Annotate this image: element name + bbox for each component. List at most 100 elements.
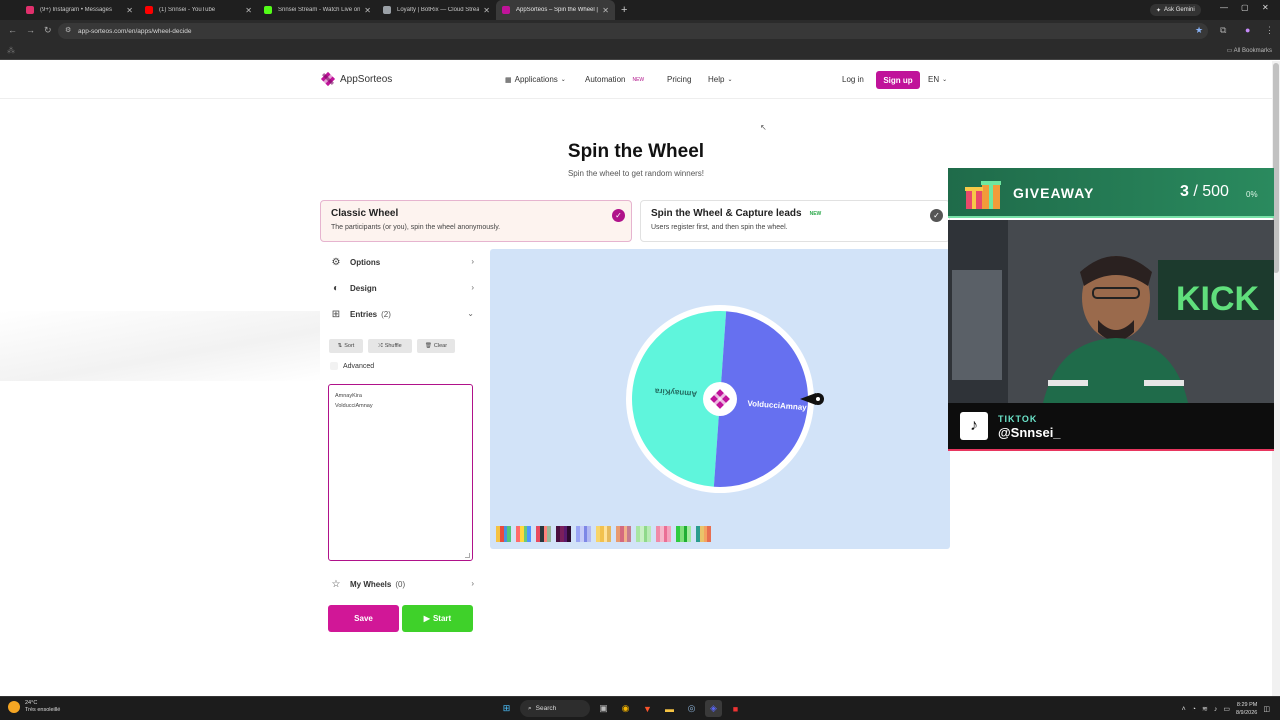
palette-swatch[interactable] [556, 526, 571, 542]
clear-button[interactable]: 🗑 Clear [417, 339, 455, 353]
tab-favicon-icon [383, 6, 391, 14]
task-view-icon[interactable]: ▣ [595, 700, 612, 717]
mode-card-capture-leads[interactable]: Spin the Wheel & Capture leads NEW Users … [640, 200, 950, 242]
chevron-up-icon[interactable]: ˄ [1182, 706, 1186, 713]
discord-icon[interactable]: ◈ [705, 700, 722, 717]
palette-swatch[interactable] [596, 526, 611, 542]
palette-swatch[interactable] [676, 526, 691, 542]
network-icon[interactable]: ◔ [1192, 706, 1196, 713]
my-wheels-section-toggle[interactable]: ☆ My Wheels (0) › [322, 571, 480, 597]
mode-card-classic[interactable]: Classic Wheel The participants (or you),… [320, 200, 632, 242]
close-window-button[interactable]: ✕ [1262, 3, 1269, 12]
reload-icon[interactable]: ↻ [44, 25, 52, 36]
login-link[interactable]: Log in [842, 75, 864, 84]
nav-applications[interactable]: ▦ Applications ⌄ [505, 75, 566, 84]
start-button[interactable]: ▶ Start [402, 605, 473, 632]
language-selector[interactable]: EN ⌄ [928, 75, 947, 84]
bookmarks-bar: ⁂ ▭ All Bookmarks [0, 42, 1280, 60]
profile-avatar[interactable]: ● [1245, 25, 1250, 35]
windows-start-icon[interactable]: ⊞ [498, 700, 515, 717]
advanced-toggle[interactable]: Advanced [330, 362, 374, 370]
wheel-canvas[interactable]: AmnayKira VolducciAmnay [490, 249, 950, 549]
extensions-icon[interactable]: ⧉ [1220, 25, 1226, 36]
brand-logo[interactable]: AppSorteos [320, 71, 392, 87]
gift-box-icon [965, 181, 1001, 209]
tab-close-icon[interactable]: ✕ [602, 6, 609, 15]
battery-icon[interactable]: ▭ [1223, 705, 1230, 713]
file-explorer-icon[interactable]: ▬ [661, 700, 678, 717]
tab-close-icon[interactable]: ✕ [126, 6, 133, 15]
notifications-icon[interactable]: ◫ [1263, 705, 1270, 713]
apps-grid-icon[interactable]: ⁂ [7, 46, 15, 55]
spin-wheel[interactable]: AmnayKiraVolducciAmnay [490, 249, 950, 549]
my-wheels-count: (0) [395, 579, 406, 589]
trash-icon: 🗑 [424, 343, 432, 349]
back-icon[interactable]: ← [8, 25, 17, 35]
save-button[interactable]: Save [328, 605, 399, 632]
tiktok-live-studio-icon[interactable]: ■ [727, 700, 744, 717]
bookmark-star-icon[interactable]: ★ [1195, 25, 1203, 36]
palette-swatch[interactable] [696, 526, 711, 542]
url-input[interactable]: ⚙ app-sorteos.com/en/apps/wheel-decide [58, 23, 1208, 39]
weather-widget[interactable]: 24°C Très ensoleillé [8, 700, 60, 714]
platform-label: TIKTOK [998, 414, 1038, 424]
options-section-toggle[interactable]: ⚙ Options › [322, 249, 480, 275]
browser-menu-icon[interactable]: ⋮ [1265, 25, 1274, 36]
mode-description: Users register first, and then spin the … [651, 224, 788, 231]
all-bookmarks-link[interactable]: ▭ All Bookmarks [1227, 47, 1272, 54]
resize-handle-icon[interactable] [465, 553, 470, 558]
palette-swatch[interactable] [516, 526, 531, 542]
palette-swatch[interactable] [636, 526, 651, 542]
maximize-button[interactable]: ▢ [1241, 3, 1249, 12]
chevron-down-icon: ⌄ [942, 77, 948, 83]
folder-icon: ▭ [1226, 48, 1233, 54]
background-decoration [0, 311, 320, 381]
gemini-icon: ✦ [1156, 7, 1162, 14]
mouse-cursor-icon: ↖ [760, 123, 767, 132]
gift-icon: ⊞ [331, 308, 341, 320]
tab-close-icon[interactable]: ✕ [245, 6, 252, 15]
advanced-checkbox[interactable] [330, 362, 338, 370]
taskbar-search[interactable]: ⌕ Search [520, 700, 590, 717]
browser-tab[interactable]: Loyalty | BotRix — Cloud Stream ✕ [377, 0, 496, 20]
palette-swatch[interactable] [496, 526, 511, 542]
entries-textarea[interactable]: AmnayKira VolducciAmnay [328, 384, 473, 561]
tab-favicon-icon [145, 6, 153, 14]
entries-section-toggle[interactable]: ⊞ Entries (2) ⌄ [322, 301, 480, 327]
new-tab-button[interactable]: + [621, 4, 627, 16]
volume-icon[interactable]: ♪ [1214, 706, 1218, 713]
signup-button[interactable]: Sign up [876, 71, 920, 89]
wifi-icon[interactable]: ≋ [1202, 705, 1208, 713]
nav-help[interactable]: Help ⌄ [708, 75, 732, 84]
ask-gemini-button[interactable]: ✦ Ask Gemini [1150, 4, 1201, 16]
chrome-icon[interactable]: ◉ [617, 700, 634, 717]
new-badge: NEW [809, 210, 822, 217]
steam-icon[interactable]: ◎ [683, 700, 700, 717]
tab-title: (1) Snnsei - YouTube [159, 7, 216, 13]
chevron-right-icon: › [471, 579, 474, 588]
design-section-toggle[interactable]: ◐ Design › [322, 275, 480, 301]
shuffle-icon: ⤮ [378, 342, 383, 349]
palette-swatch[interactable] [576, 526, 591, 542]
browser-tab[interactable]: (9+) Instagram • Messages ✕ [20, 0, 139, 20]
palette-swatch[interactable] [656, 526, 671, 542]
brave-icon[interactable]: ▼ [639, 700, 656, 717]
palette-swatch[interactable] [616, 526, 631, 542]
forward-icon[interactable]: → [26, 25, 35, 35]
nav-automation[interactable]: Automation NEW [585, 75, 644, 84]
shuffle-button[interactable]: ⤮ Shuffle [368, 339, 412, 353]
clock[interactable]: 8:29 PM 8/9/2026 [1236, 701, 1257, 717]
nav-pricing[interactable]: Pricing [667, 75, 691, 84]
minimize-button[interactable]: — [1220, 3, 1228, 12]
sort-button[interactable]: ⇅ Sort [329, 339, 363, 353]
mode-title: Classic Wheel [331, 208, 399, 219]
streamer-image: KICK [948, 220, 1274, 403]
tab-close-icon[interactable]: ✕ [364, 6, 371, 15]
search-icon: ⌕ [528, 704, 532, 712]
browser-tab[interactable]: (1) Snnsei - YouTube ✕ [139, 0, 258, 20]
browser-tab[interactable]: Snnsei Stream - Watch Live on ✕ [258, 0, 377, 20]
palette-swatch[interactable] [536, 526, 551, 542]
site-info-icon[interactable]: ⚙ [65, 26, 71, 34]
tab-close-icon[interactable]: ✕ [483, 6, 490, 15]
browser-tab[interactable]: AppSorteos – Spin the Wheel | ✕ [496, 0, 615, 20]
